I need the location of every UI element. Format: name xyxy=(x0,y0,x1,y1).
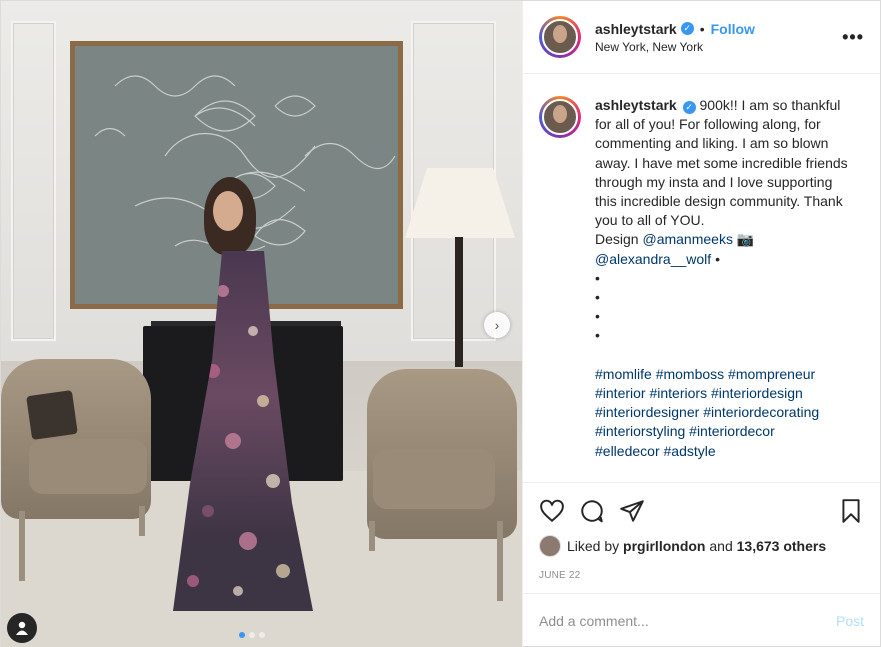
hashtag-link[interactable]: #mompreneur xyxy=(728,366,815,382)
chair-leg xyxy=(19,511,25,581)
header-text: ashleytstark ✓ • Follow New York, New Yo… xyxy=(595,21,842,54)
story-ring[interactable] xyxy=(539,96,581,138)
hashtag-link[interactable]: #interiorstyling xyxy=(595,423,685,439)
caption-dot: • xyxy=(595,289,600,306)
post-sidebar: ashleytstark ✓ • Follow New York, New Yo… xyxy=(522,1,880,647)
verified-badge-icon: ✓ xyxy=(682,101,696,115)
comment-icon xyxy=(581,500,603,523)
tagged-users-button[interactable] xyxy=(7,613,37,643)
camera-icon: 📷 xyxy=(736,231,755,248)
chair-leg xyxy=(497,521,503,601)
instagram-post: › ashleytstark ✓ • Follow New York, New … xyxy=(0,0,881,647)
user-icon xyxy=(16,621,28,635)
liker-username-link[interactable]: prgirllondon xyxy=(623,538,705,554)
hashtag-link[interactable]: #interiordecorating xyxy=(703,404,819,420)
hashtag-link[interactable]: #momboss xyxy=(656,366,724,382)
post-date[interactable]: JUNE 22 xyxy=(539,570,864,581)
armchair-seat xyxy=(373,449,495,509)
hashtag-link[interactable]: #interiordecor xyxy=(689,423,775,439)
carousel-next-button[interactable]: › xyxy=(484,312,510,338)
send-icon xyxy=(620,500,644,522)
avatar[interactable] xyxy=(542,19,578,55)
likes-connector: and xyxy=(709,538,733,554)
mention-link[interactable]: @amanmeeks xyxy=(642,231,732,247)
carousel-dot xyxy=(239,632,245,638)
avatar[interactable] xyxy=(542,99,578,135)
hashtag-link[interactable]: #interior xyxy=(595,385,646,401)
save-button[interactable] xyxy=(824,491,864,531)
like-button[interactable] xyxy=(539,491,579,531)
wall-panel xyxy=(11,21,56,341)
follow-button[interactable]: Follow xyxy=(711,21,755,37)
likes-summary: Liked by prgirllondon and 13,673 others xyxy=(539,531,864,561)
caption-dot: • xyxy=(595,327,600,344)
caption-credit: @alexandra__wolf • xyxy=(595,250,857,269)
woman-face xyxy=(213,191,243,231)
lamp-stand xyxy=(455,237,463,367)
hashtag-line: #momlife #momboss #mompreneur xyxy=(595,365,857,384)
carousel-dot xyxy=(259,632,265,638)
chevron-right-icon: › xyxy=(494,317,500,333)
likes-prefix: Liked by xyxy=(567,538,620,554)
caption-dot: • xyxy=(595,269,600,286)
hashtag-link[interactable]: #interiordesign xyxy=(711,385,803,401)
header-top: ashleytstark ✓ • Follow xyxy=(595,21,842,37)
share-button[interactable] xyxy=(619,491,659,531)
caption-text: Design xyxy=(595,231,639,248)
chair-leg xyxy=(369,521,375,551)
separator: • xyxy=(699,20,705,37)
chair-leg xyxy=(139,506,145,536)
carousel-dot xyxy=(249,632,255,638)
post-actions: Liked by prgirllondon and 13,673 others … xyxy=(523,482,880,593)
hashtag-line: #interiordesigner #interiordecorating xyxy=(595,403,857,422)
comment-input[interactable] xyxy=(539,613,828,629)
username-link[interactable]: ashleytstark xyxy=(595,97,677,113)
caption-body: ashleytstark ✓ 900k!! I am so thankful f… xyxy=(595,96,857,461)
hashtag-line: #interiorstyling #interiordecor xyxy=(595,422,857,441)
comment-button[interactable] xyxy=(579,491,619,531)
caption-text: • xyxy=(715,250,720,267)
verified-badge-icon: ✓ xyxy=(680,22,694,35)
post-comment-button[interactable]: Post xyxy=(836,613,864,629)
post-photo[interactable]: › xyxy=(1,1,522,647)
hashtag-line: #elledecor #adstyle xyxy=(595,442,857,461)
armchair-seat xyxy=(29,439,147,494)
carousel-indicator xyxy=(239,632,265,638)
caption: ashleytstark ✓ 900k!! I am so thankful f… xyxy=(539,96,864,461)
liker-avatar[interactable] xyxy=(539,535,561,557)
post-header: ashleytstark ✓ • Follow New York, New Yo… xyxy=(523,1,880,74)
location-link[interactable]: New York, New York xyxy=(595,40,842,54)
bookmark-icon xyxy=(842,499,860,523)
username-link[interactable]: ashleytstark xyxy=(595,21,677,37)
more-options-icon[interactable]: ••• xyxy=(842,27,864,48)
cushion xyxy=(26,390,78,440)
hashtag-link[interactable]: #momlife xyxy=(595,366,652,382)
action-icons xyxy=(539,491,864,531)
hashtag-link[interactable]: #interiors xyxy=(649,385,707,401)
mention-link[interactable]: @alexandra__wolf xyxy=(595,251,711,267)
caption-text: 900k!! I am so thankful for all of you! … xyxy=(595,97,848,229)
comments-area: ashleytstark ✓ 900k!! I am so thankful f… xyxy=(523,74,880,482)
caption-dot: • xyxy=(595,308,600,325)
caption-credit: Design @amanmeeks 📷 xyxy=(595,230,857,249)
heart-icon xyxy=(540,499,564,523)
add-comment-bar: Post xyxy=(523,593,880,647)
hashtag-line: #interior #interiors #interiordesign xyxy=(595,384,857,403)
hashtag-link[interactable]: #elledecor xyxy=(595,443,660,459)
hashtag-link[interactable]: #adstyle xyxy=(664,443,716,459)
hashtag-link[interactable]: #interiordesigner xyxy=(595,404,699,420)
story-ring[interactable] xyxy=(539,16,581,58)
others-likes-link[interactable]: 13,673 others xyxy=(737,538,827,554)
